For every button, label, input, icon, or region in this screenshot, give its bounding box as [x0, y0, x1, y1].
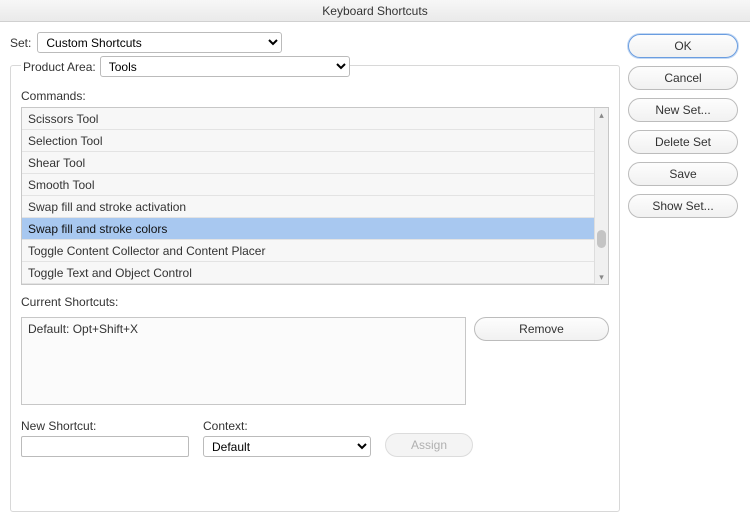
new-shortcut-row: New Shortcut: Context: Default Assign	[21, 419, 609, 457]
shortcut-entry[interactable]: Default: Opt+Shift+X	[22, 318, 465, 340]
set-dropdown[interactable]: Custom Shortcuts	[37, 32, 282, 53]
current-shortcuts-row: Default: Opt+Shift+X Remove	[21, 317, 609, 405]
new-shortcut-col: New Shortcut:	[21, 419, 189, 457]
command-item-selected[interactable]: Swap fill and stroke colors	[22, 218, 594, 240]
set-label: Set:	[10, 36, 31, 50]
new-shortcut-input[interactable]	[21, 436, 189, 457]
scroll-up-icon[interactable]: ▴	[595, 108, 608, 122]
assign-button[interactable]: Assign	[385, 433, 473, 457]
commands-list-container: Scissors Tool Selection Tool Shear Tool …	[21, 107, 609, 285]
context-label: Context:	[203, 419, 371, 433]
save-button[interactable]: Save	[628, 162, 738, 186]
context-col: Context: Default	[203, 419, 371, 457]
command-item[interactable]: Smooth Tool	[22, 174, 594, 196]
set-row: Set: Custom Shortcuts	[10, 32, 620, 53]
context-dropdown[interactable]: Default	[203, 436, 371, 457]
command-item[interactable]: Toggle Text and Object Control	[22, 262, 594, 284]
product-area-label: Product Area:	[21, 60, 100, 74]
product-area-row: Product Area: Tools	[21, 56, 609, 77]
commands-scrollbar[interactable]: ▴ ▾	[594, 108, 608, 284]
scroll-thumb[interactable]	[597, 230, 606, 248]
current-shortcuts-label: Current Shortcuts:	[21, 295, 609, 309]
current-shortcuts-list[interactable]: Default: Opt+Shift+X	[21, 317, 466, 405]
main-column: Set: Custom Shortcuts Product Area: Tool…	[10, 32, 620, 512]
side-button-column: OK Cancel New Set... Delete Set Save Sho…	[628, 32, 738, 512]
new-shortcut-label: New Shortcut:	[21, 419, 189, 433]
command-item[interactable]: Toggle Content Collector and Content Pla…	[22, 240, 594, 262]
product-area-fieldset: Product Area: Tools Commands: Scissors T…	[10, 65, 620, 512]
remove-button[interactable]: Remove	[474, 317, 609, 341]
commands-list[interactable]: Scissors Tool Selection Tool Shear Tool …	[22, 108, 594, 284]
scroll-down-icon[interactable]: ▾	[595, 270, 608, 284]
command-item[interactable]: Swap fill and stroke activation	[22, 196, 594, 218]
command-item[interactable]: Shear Tool	[22, 152, 594, 174]
new-set-button[interactable]: New Set...	[628, 98, 738, 122]
cancel-button[interactable]: Cancel	[628, 66, 738, 90]
product-area-dropdown[interactable]: Tools	[100, 56, 350, 77]
show-set-button[interactable]: Show Set...	[628, 194, 738, 218]
command-item[interactable]: Selection Tool	[22, 130, 594, 152]
delete-set-button[interactable]: Delete Set	[628, 130, 738, 154]
commands-label: Commands:	[21, 89, 609, 103]
window-titlebar: Keyboard Shortcuts	[0, 0, 750, 22]
ok-button[interactable]: OK	[628, 34, 738, 58]
dialog-body: Set: Custom Shortcuts Product Area: Tool…	[0, 22, 750, 522]
command-item[interactable]: Scissors Tool	[22, 108, 594, 130]
